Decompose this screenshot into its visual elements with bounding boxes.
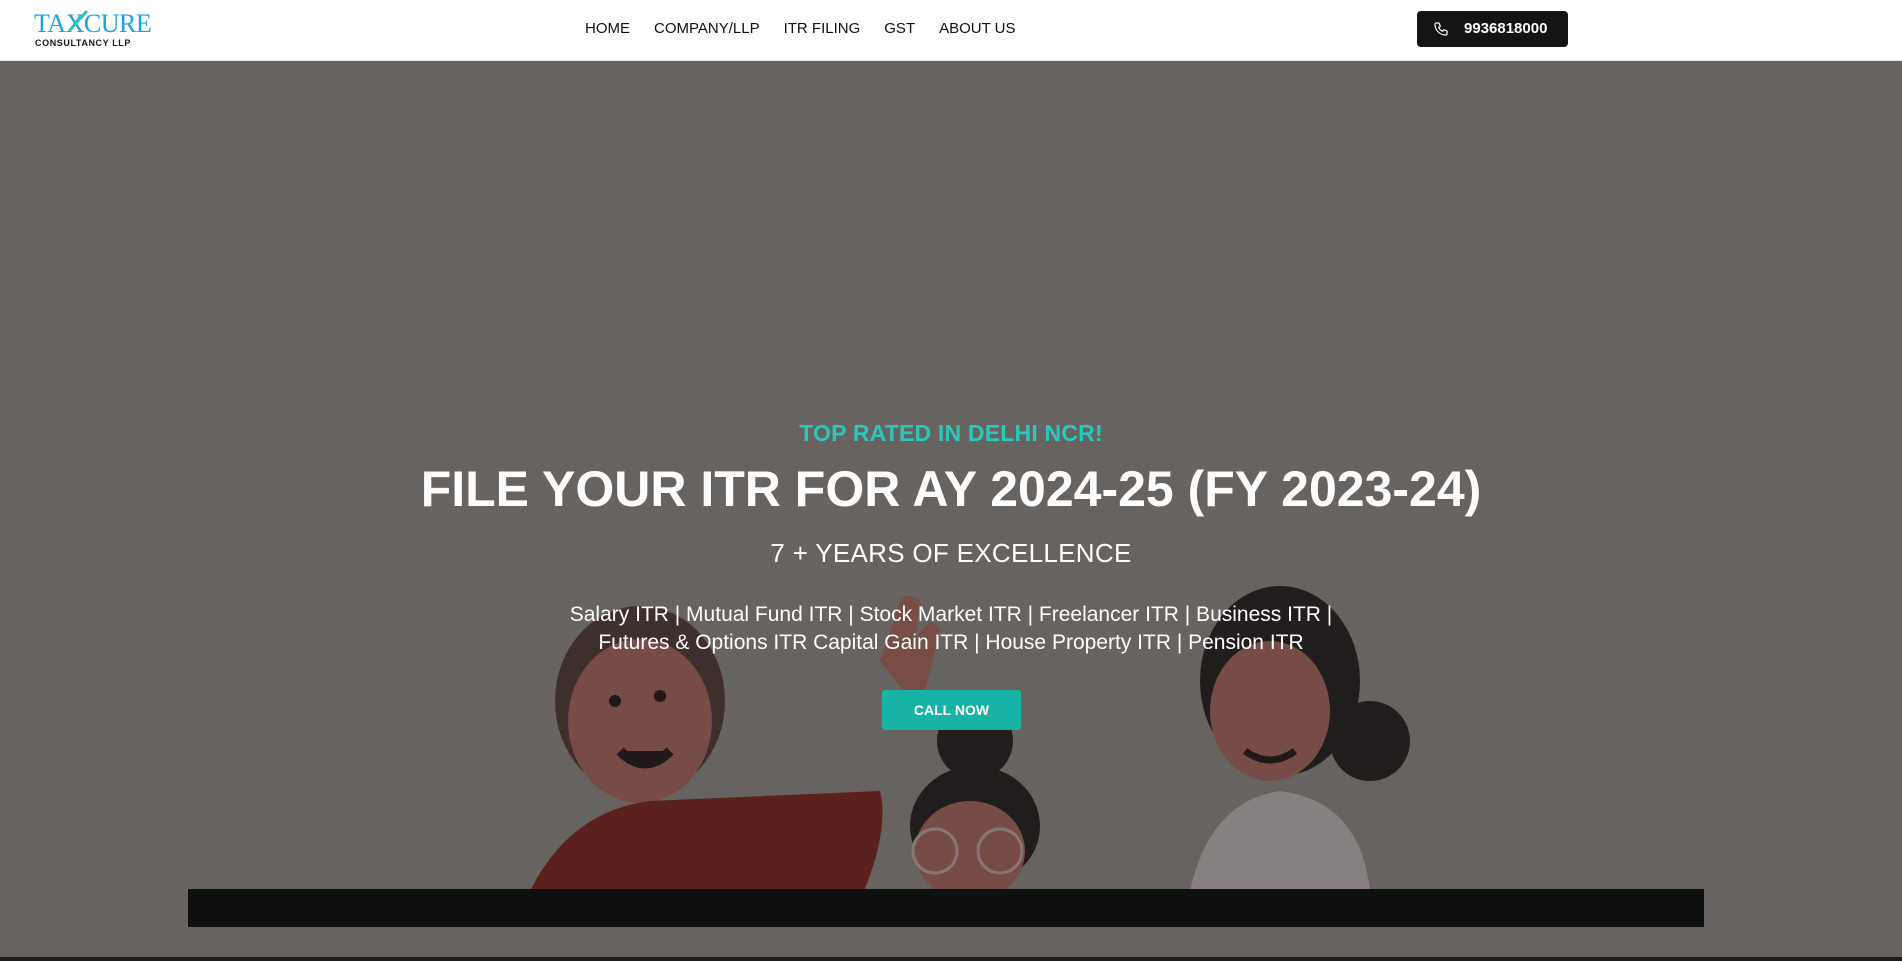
- nav-home[interactable]: HOME: [585, 19, 630, 39]
- services-line-2: Futures & Options ITR Capital Gain ITR |…: [598, 631, 1304, 654]
- phone-icon: [1434, 22, 1448, 36]
- logo-wordmark: TAXCURE: [34, 9, 152, 38]
- logo-swoosh-icon: [68, 10, 88, 32]
- call-now-button[interactable]: CALL NOW: [882, 690, 1021, 730]
- logo-subtitle: CONSULTANCY LLP: [35, 38, 131, 48]
- services-line-1: Salary ITR | Mutual Fund ITR | Stock Mar…: [569, 603, 1333, 626]
- nav-about-us[interactable]: ABOUT US: [939, 19, 1015, 39]
- main-nav: HOME COMPANY/LLP ITR FILING GST ABOUT US: [585, 19, 1016, 39]
- hero-subhead: 7 + YEARS OF EXCELLENCE: [770, 538, 1132, 568]
- nav-gst[interactable]: GST: [884, 19, 915, 39]
- nav-company-llp[interactable]: COMPANY/LLP: [654, 19, 760, 39]
- hero-headline: FILE YOUR ITR FOR AY 2024-25 (FY 2023-24…: [420, 461, 1482, 517]
- nav-itr-filing[interactable]: ITR FILING: [784, 19, 861, 39]
- call-phone-button[interactable]: 9936818000: [1417, 11, 1568, 47]
- taxcure-logo[interactable]: TAXCURE CONSULTANCY LLP: [34, 8, 162, 50]
- site-header: TAXCURE CONSULTANCY LLP HOME COMPANY/LLP…: [0, 0, 1902, 61]
- phone-number: 9936818000: [1464, 20, 1548, 37]
- page-bottom-border: [0, 957, 1902, 961]
- hero-eyebrow-text: TOP RATED IN DELHI NCR!: [799, 420, 1103, 446]
- child-figure: [910, 703, 1040, 901]
